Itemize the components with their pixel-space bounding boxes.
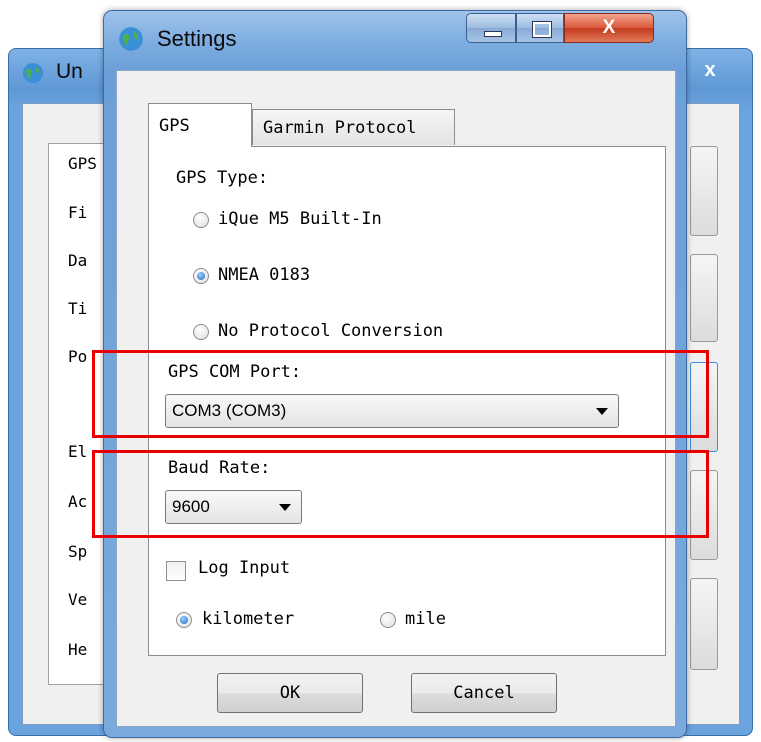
globe-icon [23,63,43,83]
radio-mile-label[interactable]: mile [405,609,446,629]
minimize-button[interactable] [466,13,516,43]
radio-nmea-0183[interactable] [193,268,209,284]
background-tab-gps[interactable]: GPS [68,154,97,173]
background-label: Da [68,251,88,270]
radio-no-protocol-conversion[interactable] [193,324,209,340]
ok-button[interactable]: OK [217,673,363,713]
background-label: Po [68,347,88,366]
radio-mile[interactable] [380,612,396,628]
maximize-button[interactable] [516,13,564,43]
globe-icon [119,27,143,51]
minimize-icon [484,31,502,37]
background-label: Fi [68,203,88,222]
radio-no-protocol-conversion-label[interactable]: No Protocol Conversion [218,321,443,341]
background-close-button[interactable]: x [690,56,730,84]
radio-kilometer[interactable] [176,612,192,628]
radio-ique-m5[interactable] [193,212,209,228]
radio-kilometer-label[interactable]: kilometer [202,609,294,629]
background-button[interactable] [690,254,718,342]
background-button[interactable] [690,146,718,236]
background-label: Ac [68,492,88,511]
window-title: Settings [157,26,237,51]
background-label: Ve [68,590,88,609]
close-icon: X [602,17,616,38]
log-input-label[interactable]: Log Input [198,558,290,578]
baud-rate-highlight-box [92,450,709,538]
radio-nmea-0183-label[interactable]: NMEA 0183 [218,265,310,285]
maximize-icon [532,21,552,38]
close-button[interactable]: X [564,13,654,43]
background-label: He [68,640,88,659]
com-port-highlight-box [92,350,709,438]
tab-garmin-protocol[interactable]: Garmin Protocol [252,109,455,145]
log-input-checkbox[interactable] [166,561,186,581]
cancel-button[interactable]: Cancel [411,673,557,713]
background-label: Sp [68,542,88,561]
gps-type-label: GPS Type: [176,168,269,188]
background-window-title: Un [56,60,83,83]
background-label: Ti [68,299,88,318]
tab-gps[interactable]: GPS [148,103,252,147]
background-label: El [68,442,88,461]
background-button[interactable] [690,578,718,670]
radio-ique-m5-label[interactable]: iQue M5 Built-In [218,209,382,229]
